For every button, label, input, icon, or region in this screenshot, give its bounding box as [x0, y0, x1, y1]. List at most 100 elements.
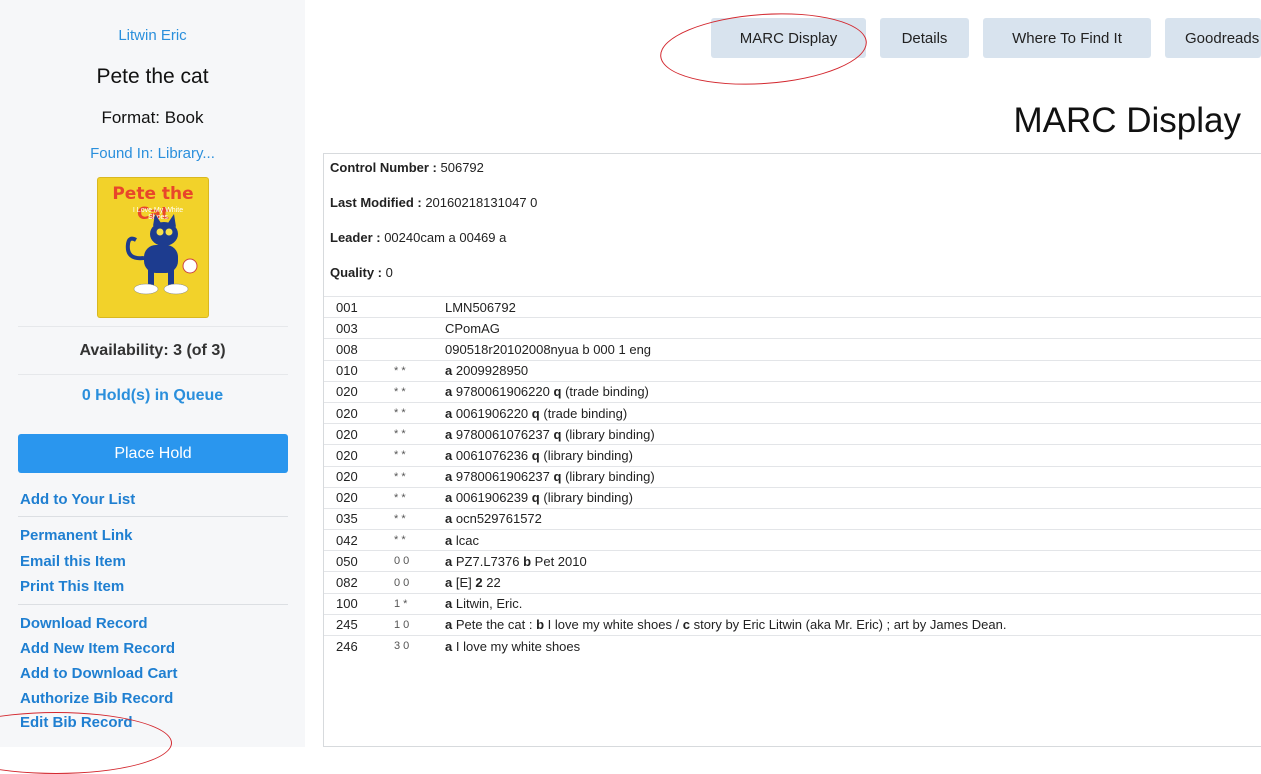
subfield-text: lcac [455, 532, 479, 548]
marc-tag: 035 [336, 511, 358, 527]
subfield-text: story by Eric Litwin (aka Mr. Eric) ; ar… [693, 617, 1007, 633]
cat-illustration-icon [125, 214, 198, 295]
marc-indicators: 1 * [394, 597, 408, 610]
table-row: 003 CPomAG [324, 317, 1261, 339]
subfield-text: CPomAG [445, 320, 500, 336]
book-cover-image[interactable]: Pete the Cat I Love My White Shoes [98, 178, 208, 317]
divider [18, 374, 288, 375]
authorize-bib-record-link[interactable]: Authorize Bib Record [20, 690, 173, 707]
subfield-code: q [553, 426, 562, 442]
tab-details[interactable]: Details [880, 18, 969, 58]
marc-fields-table: 001 LMN506792 003 CPomAG 008 090518r20102008n… [324, 296, 1261, 657]
subfield-text: 9780061076237 [455, 426, 550, 442]
divider [18, 326, 288, 327]
item-title: Pete the cat [96, 65, 209, 88]
table-row: 020 * * a 0061906220 q (trade binding) [324, 402, 1261, 423]
item-format: Format: Book [101, 108, 204, 127]
marc-value: a 2009928950 [445, 360, 1261, 381]
table-row: 042 * * a lcac [324, 529, 1261, 551]
marc-value: a 0061906239 q (library binding) [445, 487, 1261, 508]
subfield-code: a [445, 553, 453, 569]
marc-indicators: * * [394, 470, 406, 483]
marc-tag: 246 [336, 638, 358, 654]
page-title: MARC Display [1013, 101, 1241, 140]
subfield-code: a [445, 617, 453, 633]
marc-indicators: * * [394, 407, 406, 420]
marc-indicators: * * [394, 449, 406, 462]
marc-indicators: * * [394, 512, 406, 525]
marc-tag: 010 [336, 363, 358, 379]
add-to-list-link[interactable]: Add to Your List [20, 491, 135, 508]
marc-value: LMN506792 [445, 297, 1261, 318]
subfield-code: c [682, 617, 691, 633]
place-hold-button[interactable]: Place Hold [18, 434, 288, 473]
permanent-link[interactable]: Permanent Link [20, 527, 133, 544]
marc-value: a 9780061076237 q (library binding) [445, 424, 1261, 445]
marc-value: a Litwin, Eric. [445, 593, 1261, 614]
marc-tag: 008 [336, 341, 358, 357]
subfield-text: (trade binding) [565, 384, 649, 400]
marc-value: a 0061906220 q (trade binding) [445, 402, 1261, 423]
marc-indicators [394, 318, 445, 339]
subfield-text: (library binding) [565, 469, 655, 485]
subfield-text: (trade binding) [543, 405, 628, 421]
marc-tag: 082 [336, 575, 358, 591]
subfield-code: q [531, 405, 540, 421]
table-row: 050 0 0 a PZ7.L7376 b Pet 2010 [324, 550, 1261, 572]
divider [18, 604, 288, 605]
subfield-text: [E] [455, 575, 472, 591]
add-new-item-record-link[interactable]: Add New Item Record [20, 640, 175, 657]
marc-value: a [E] 2 22 [445, 572, 1261, 593]
marc-value: 090518r20102008nyua b 000 1 eng [445, 339, 1261, 360]
marc-value: a I love my white shoes [445, 636, 1261, 657]
marc-tag: 020 [336, 490, 358, 506]
subfield-code: a [445, 511, 453, 527]
table-row: 020 * * a 9780061906220 q (trade binding) [324, 381, 1261, 402]
subfield-text: 0061906239 [455, 490, 529, 506]
subfield-code: a [445, 426, 453, 442]
marc-indicators: 0 0 [394, 555, 410, 568]
subfield-text: 22 [486, 575, 501, 591]
table-row: 082 0 0 a [E] 2 22 [324, 571, 1261, 593]
quality: Quality : 0 [330, 265, 393, 280]
subfield-code: a [445, 447, 453, 463]
marc-indicators: * * [394, 428, 406, 441]
subfield-code: q [553, 469, 562, 485]
marc-value: a 9780061906220 q (trade binding) [445, 381, 1261, 402]
edit-bib-record-link[interactable]: Edit Bib Record [20, 714, 133, 731]
marc-record-panel: Control Number : 506792 Last Modified : … [323, 153, 1261, 747]
holds-queue-link[interactable]: 0 Hold(s) in Queue [0, 387, 305, 405]
marc-tag: 020 [336, 469, 358, 485]
marc-tag: 020 [336, 405, 358, 421]
download-record-link[interactable]: Download Record [20, 615, 148, 632]
marc-indicators [394, 339, 445, 360]
divider [18, 516, 288, 517]
subfield-code: a [445, 575, 453, 591]
tab-marc-display[interactable]: MARC Display [711, 18, 866, 58]
marc-tag: 020 [336, 426, 358, 442]
subfield-code: a [445, 363, 453, 379]
subfield-code: q [531, 490, 540, 506]
marc-indicators: * * [394, 491, 406, 504]
tab-goodreads[interactable]: Goodreads [1165, 18, 1261, 58]
table-row: 246 3 0 a I love my white shoes [324, 635, 1261, 657]
email-item-link[interactable]: Email this Item [20, 553, 126, 570]
marc-indicators: * * [394, 534, 406, 547]
subfield-code: a [445, 490, 453, 506]
table-row: 020 * * a 9780061906237 q (library binding… [324, 466, 1261, 487]
add-to-download-cart-link[interactable]: Add to Download Cart [20, 665, 178, 682]
marc-value: a 0061076236 q (library binding) [445, 445, 1261, 466]
tab-where-to-find-it[interactable]: Where To Find It [983, 18, 1151, 58]
sidebar: Litwin Eric Pete the cat Format: Book Fo… [0, 0, 305, 747]
subfield-text: 0061076236 [455, 447, 529, 463]
subfield-text: (library binding) [565, 426, 655, 442]
found-in-link[interactable]: Found In: Library... [0, 145, 305, 162]
author-link[interactable]: Litwin Eric [0, 27, 305, 44]
print-item-link[interactable]: Print This Item [20, 578, 124, 595]
marc-indicators: * * [394, 385, 406, 398]
subfield-code: b [536, 617, 545, 633]
marc-value: a lcac [445, 530, 1261, 551]
subfield-code: a [445, 638, 453, 654]
marc-value: a Pete the cat : b I love my white shoes… [445, 614, 1261, 635]
leader: Leader : 00240cam a 00469 a [330, 230, 507, 245]
